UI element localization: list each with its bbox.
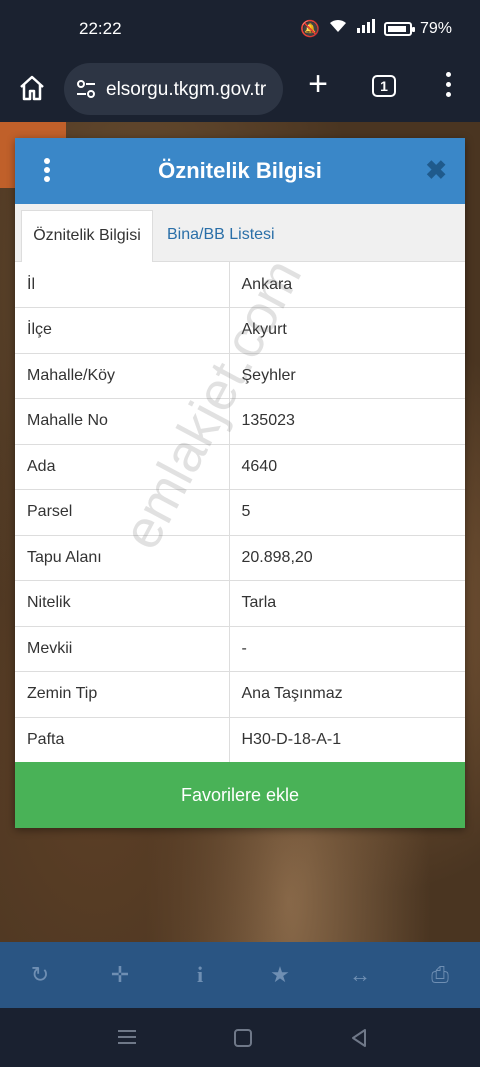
row-key: Ada: [15, 444, 230, 490]
row-key: Parsel: [15, 489, 230, 536]
table-row: Nitelik Tarla: [15, 580, 465, 627]
table-row: Pafta H30-D-18-A-1: [15, 717, 465, 763]
row-value: Ankara: [229, 262, 465, 308]
table-row: Mevkii -: [15, 626, 465, 672]
refresh-icon[interactable]: ↻: [20, 955, 60, 995]
tab-attribute-info[interactable]: Öznitelik Bilgisi: [21, 210, 153, 262]
system-home-button[interactable]: [234, 1029, 252, 1047]
row-key: Zemin Tip: [15, 671, 230, 718]
dialog-title: Öznitelik Bilgisi: [158, 158, 322, 183]
table-row: Parsel 5: [15, 489, 465, 536]
row-key: Pafta: [15, 717, 230, 763]
system-nav-bar: [0, 1008, 480, 1067]
row-value: 20.898,20: [229, 535, 465, 581]
row-key: İlçe: [15, 307, 230, 354]
row-key: Mahalle No: [15, 398, 230, 445]
row-value: Ana Taşınmaz: [229, 671, 465, 718]
attribute-dialog: Öznitelik Bilgisi ✖ Öznitelik Bilgisi Bi…: [15, 138, 465, 828]
url-text[interactable]: elsorgu.tkgm.gov.tr: [106, 79, 266, 101]
dialog-tabs: Öznitelik Bilgisi Bina/BB Listesi: [15, 204, 465, 262]
back-icon: [352, 1029, 366, 1047]
recent-apps-button[interactable]: [118, 1030, 138, 1046]
row-value: 5: [229, 489, 465, 536]
measure-icon[interactable]: ↔: [340, 955, 380, 995]
tab-building-list[interactable]: Bina/BB Listesi: [155, 210, 287, 262]
row-key: Nitelik: [15, 580, 230, 627]
close-icon[interactable]: ✖: [425, 156, 447, 184]
dialog-header: Öznitelik Bilgisi ✖: [15, 138, 465, 204]
battery-icon: [383, 21, 415, 36]
row-key: Mahalle/Köy: [15, 353, 230, 399]
status-icons: 🔕 79%: [300, 18, 452, 39]
status-bar: 22:22 🔕 79%: [0, 0, 480, 58]
table-row: Tapu Alanı 20.898,20: [15, 535, 465, 581]
battery-percent: 79%: [419, 19, 452, 37]
row-key: Tapu Alanı: [15, 535, 230, 581]
row-value: H30-D-18-A-1: [229, 717, 465, 763]
info-icon[interactable]: i: [180, 955, 220, 995]
address-bar[interactable]: elsorgu.tkgm.gov.tr: [64, 63, 283, 115]
row-value: Tarla: [229, 580, 465, 627]
new-tab-button[interactable]: +: [304, 67, 332, 101]
table-row: Ada 4640: [15, 444, 465, 490]
home-icon: [20, 75, 44, 101]
signal-icon: [356, 18, 376, 39]
mute-icon: 🔕: [300, 20, 320, 38]
browser-toolbar: elsorgu.tkgm.gov.tr + 1: [0, 58, 480, 122]
row-value: 135023: [229, 398, 465, 445]
attribute-table: İl Ankara İlçe Akyurt Mahalle/Köy Şeyhler M…: [15, 262, 465, 763]
print-icon[interactable]: ⎙: [420, 955, 460, 995]
browser-menu-button[interactable]: [444, 72, 452, 100]
plus-icon: +: [308, 65, 328, 103]
site-settings-icon[interactable]: [76, 80, 96, 98]
row-value: Şeyhler: [229, 353, 465, 399]
table-row: İl Ankara: [15, 262, 465, 308]
row-key: Mevkii: [15, 626, 230, 672]
tab-switcher-button[interactable]: 1: [372, 75, 396, 97]
add-favorite-button[interactable]: Favorilere ekle: [15, 762, 465, 828]
status-time: 22:22: [79, 19, 122, 38]
star-icon[interactable]: ★: [260, 955, 300, 995]
crosshair-icon[interactable]: ✛: [100, 955, 140, 995]
row-value: -: [229, 626, 465, 672]
back-button[interactable]: [350, 1028, 368, 1048]
wifi-icon: [328, 18, 348, 39]
table-row: Zemin Tip Ana Taşınmaz: [15, 671, 465, 718]
row-key: İl: [15, 262, 230, 308]
table-row: İlçe Akyurt: [15, 307, 465, 354]
table-row: Mahalle/Köy Şeyhler: [15, 353, 465, 399]
row-value: 4640: [229, 444, 465, 490]
home-button[interactable]: [14, 70, 50, 106]
table-row: Mahalle No 135023: [15, 398, 465, 445]
map-toolbar: ↻ ✛ i ★ ↔ ⎙: [0, 942, 480, 1008]
row-value: Akyurt: [229, 307, 465, 354]
